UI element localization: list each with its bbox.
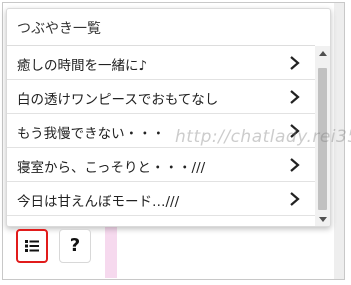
tweet-list: 癒しの時間を一緒に♪ 白の透けワンピースでおもてなし もう我慢できない・・・ 寝…: [7, 46, 315, 216]
pink-accent-bar: [105, 220, 117, 278]
scrollbar-thumb[interactable]: [318, 68, 327, 210]
list-scrollbar[interactable]: [315, 46, 330, 226]
chevron-right-icon: [290, 192, 300, 206]
help-button[interactable]: ?: [59, 229, 91, 263]
list-item-label: 癒しの時間を一緒に♪: [17, 58, 148, 74]
scroll-up-arrow-icon[interactable]: [315, 46, 330, 60]
list-item[interactable]: もう我慢できない・・・: [7, 114, 315, 148]
list-item[interactable]: 癒しの時間を一緒に♪: [7, 46, 315, 80]
chevron-right-icon: [290, 90, 300, 104]
list-icon: [25, 240, 39, 252]
list-item[interactable]: 今日は甘えんぼモード…///: [7, 182, 315, 216]
list-item-label: もう我慢できない・・・: [17, 126, 166, 142]
tweet-list-button[interactable]: [16, 229, 48, 263]
list-item-label: 寝室から、こっそりと・・・///: [17, 160, 206, 176]
list-item-label: 白の透けワンピースでおもてなし: [17, 92, 219, 108]
right-edge-strip: [334, 3, 344, 279]
scroll-down-arrow-icon[interactable]: [315, 212, 330, 226]
list-item[interactable]: 白の透けワンピースでおもてなし: [7, 80, 315, 114]
tweet-list-popup: つぶやき一覧 癒しの時間を一緒に♪ 白の透けワンピースでおもてなし もう我慢でき…: [6, 8, 331, 227]
chevron-right-icon: [290, 124, 300, 138]
list-item[interactable]: 寝室から、こっそりと・・・///: [7, 148, 315, 182]
chevron-right-icon: [290, 158, 300, 172]
chevron-right-icon: [290, 56, 300, 70]
question-mark-icon: ?: [69, 235, 81, 256]
list-item-label: 今日は甘えんぼモード…///: [17, 194, 180, 210]
popup-title: つぶやき一覧: [17, 21, 101, 37]
